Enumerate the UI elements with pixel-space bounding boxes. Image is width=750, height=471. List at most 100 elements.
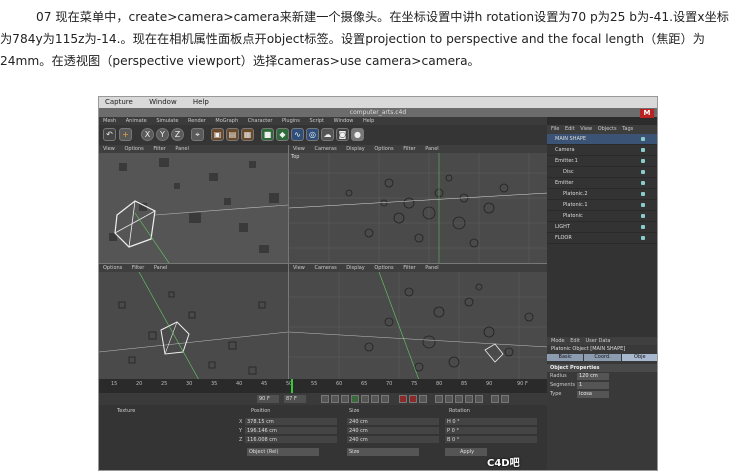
coord-mode-dropdown[interactable]: Object (Rel) bbox=[247, 448, 319, 456]
vp4-menu-panel[interactable]: Panel bbox=[425, 265, 439, 271]
vp2-menu-panel[interactable]: Panel bbox=[425, 146, 439, 152]
prop-radius-field[interactable]: 120 cm bbox=[577, 373, 609, 380]
timeline[interactable]: 15 20 25 30 35 40 45 50 55 60 65 70 75 80 85 90 90 F bbox=[99, 379, 547, 393]
menu-plugins[interactable]: Plugins bbox=[282, 118, 300, 124]
menu-mograph[interactable]: MoGraph bbox=[215, 118, 238, 124]
next-frame-icon[interactable] bbox=[361, 395, 369, 403]
prev-key-icon[interactable] bbox=[331, 395, 339, 403]
vp4-menu-filter[interactable]: Filter bbox=[403, 265, 415, 271]
environment-icon[interactable]: ☁ bbox=[321, 128, 334, 141]
vp3-menu-filter[interactable]: Filter bbox=[132, 265, 144, 271]
y-axis-icon[interactable]: Y bbox=[156, 128, 169, 141]
object-tag-icon[interactable] bbox=[641, 236, 645, 240]
prop-segments-field[interactable]: 1 bbox=[577, 382, 609, 389]
object-row[interactable]: Platonic.1 bbox=[547, 200, 657, 211]
vp2-menu-view[interactable]: View bbox=[293, 146, 305, 152]
position-field[interactable]: 196.146 cm bbox=[245, 427, 337, 434]
viewport-right[interactable]: View Cameras Display Options Filter Pane… bbox=[288, 263, 548, 380]
autokey-icon[interactable] bbox=[409, 395, 417, 403]
spline-icon[interactable]: ∿ bbox=[291, 128, 304, 141]
x-axis-icon[interactable]: X bbox=[141, 128, 154, 141]
object-tag-icon[interactable] bbox=[641, 214, 645, 218]
vp3-menu-options[interactable]: Options bbox=[103, 265, 122, 271]
position-field[interactable]: 116.008 cm bbox=[245, 436, 337, 443]
key-rotation-icon[interactable] bbox=[445, 395, 453, 403]
vp4-menu-options[interactable]: Options bbox=[374, 265, 393, 271]
menu-help[interactable]: Help bbox=[193, 98, 209, 106]
object-tag-icon[interactable] bbox=[641, 181, 645, 185]
object-tag-icon[interactable] bbox=[641, 137, 645, 141]
vp4-menu-view[interactable]: View bbox=[293, 265, 305, 271]
attr-menu-edit[interactable]: Edit bbox=[570, 338, 580, 344]
object-row[interactable]: Emitter.1 bbox=[547, 156, 657, 167]
deformer-icon[interactable]: ◎ bbox=[306, 128, 319, 141]
object-row[interactable]: Emitter bbox=[547, 178, 657, 189]
next-key-icon[interactable] bbox=[371, 395, 379, 403]
tab-object[interactable]: Obje bbox=[621, 354, 657, 361]
timeline-playhead[interactable] bbox=[291, 379, 293, 393]
menu-simulate[interactable]: Simulate bbox=[156, 118, 178, 124]
render-picture-icon[interactable]: ▤ bbox=[226, 128, 239, 141]
z-axis-icon[interactable]: Z bbox=[171, 128, 184, 141]
light-icon[interactable]: ● bbox=[351, 128, 364, 141]
attr-menu-mode[interactable]: Mode bbox=[551, 338, 565, 344]
goto-end-icon[interactable] bbox=[381, 395, 389, 403]
viewport-top[interactable]: View Cameras Display Options Filter Pane… bbox=[288, 145, 548, 263]
vp-menu-panel[interactable]: Panel bbox=[175, 146, 189, 152]
object-tag-icon[interactable] bbox=[641, 192, 645, 196]
menu-render[interactable]: Render bbox=[188, 118, 206, 124]
rotation-field[interactable]: B 0 ° bbox=[445, 436, 537, 443]
key-position-icon[interactable] bbox=[435, 395, 443, 403]
key-pla-icon[interactable] bbox=[475, 395, 483, 403]
render-view-icon[interactable]: ▣ bbox=[211, 128, 224, 141]
object-tag-icon[interactable] bbox=[641, 225, 645, 229]
object-row[interactable]: Disc bbox=[547, 167, 657, 178]
menu-character[interactable]: Character bbox=[248, 118, 273, 124]
object-tag-icon[interactable] bbox=[641, 170, 645, 174]
vp2-menu-display[interactable]: Display bbox=[346, 146, 364, 152]
size-field[interactable]: 240 cm bbox=[347, 418, 439, 425]
undo-icon[interactable]: ↶ bbox=[103, 128, 116, 141]
vp-menu-filter[interactable]: Filter bbox=[153, 146, 165, 152]
vp2-menu-cameras[interactable]: Cameras bbox=[314, 146, 336, 152]
vp-menu-options[interactable]: Options bbox=[124, 146, 143, 152]
current-frame-field[interactable]: 87 F bbox=[284, 395, 306, 403]
om-menu-tags[interactable]: Tags bbox=[622, 126, 633, 132]
vp4-menu-display[interactable]: Display bbox=[346, 265, 364, 271]
cube-icon[interactable]: ■ bbox=[261, 128, 274, 141]
tab-basic[interactable]: Basic bbox=[547, 354, 584, 361]
key-param-icon[interactable] bbox=[465, 395, 473, 403]
om-menu-file[interactable]: File bbox=[551, 126, 559, 132]
object-row[interactable]: FLOOR bbox=[547, 233, 657, 244]
size-field[interactable]: 240 cm bbox=[347, 427, 439, 434]
size-mode-dropdown[interactable]: Size bbox=[347, 448, 419, 456]
move-icon[interactable]: + bbox=[119, 128, 132, 141]
vp2-menu-options[interactable]: Options bbox=[374, 146, 393, 152]
menu-capture[interactable]: Capture bbox=[105, 98, 133, 106]
om-menu-edit[interactable]: Edit bbox=[565, 126, 575, 132]
om-menu-view[interactable]: View bbox=[580, 126, 592, 132]
record-icon[interactable] bbox=[399, 395, 407, 403]
position-field[interactable]: 378.15 cm bbox=[245, 418, 337, 425]
object-row[interactable]: Platonic.2 bbox=[547, 189, 657, 200]
object-tag-icon[interactable] bbox=[641, 159, 645, 163]
menu-window-c4d[interactable]: Window bbox=[334, 118, 354, 124]
vp-menu-view[interactable]: View bbox=[103, 146, 115, 152]
menu-window[interactable]: Window bbox=[149, 98, 177, 106]
object-row[interactable]: Platonic bbox=[547, 211, 657, 222]
vp4-menu-cameras[interactable]: Cameras bbox=[314, 265, 336, 271]
object-row[interactable]: MAIN SHAPE bbox=[547, 134, 657, 145]
attr-menu-userdata[interactable]: User Data bbox=[586, 338, 611, 344]
menu-animate[interactable]: Animate bbox=[126, 118, 147, 124]
prev-frame-icon[interactable] bbox=[341, 395, 349, 403]
object-tag-icon[interactable] bbox=[641, 203, 645, 207]
fps-icon[interactable] bbox=[501, 395, 509, 403]
apply-button[interactable]: Apply bbox=[445, 448, 487, 456]
frame-field-left[interactable]: 90 F bbox=[257, 395, 279, 403]
render-settings-icon[interactable]: ▦ bbox=[241, 128, 254, 141]
camera-icon[interactable]: ◙ bbox=[336, 128, 349, 141]
object-tag-icon[interactable] bbox=[641, 148, 645, 152]
play-icon[interactable] bbox=[351, 395, 359, 403]
om-menu-objects[interactable]: Objects bbox=[598, 126, 617, 132]
vp2-menu-filter[interactable]: Filter bbox=[403, 146, 415, 152]
